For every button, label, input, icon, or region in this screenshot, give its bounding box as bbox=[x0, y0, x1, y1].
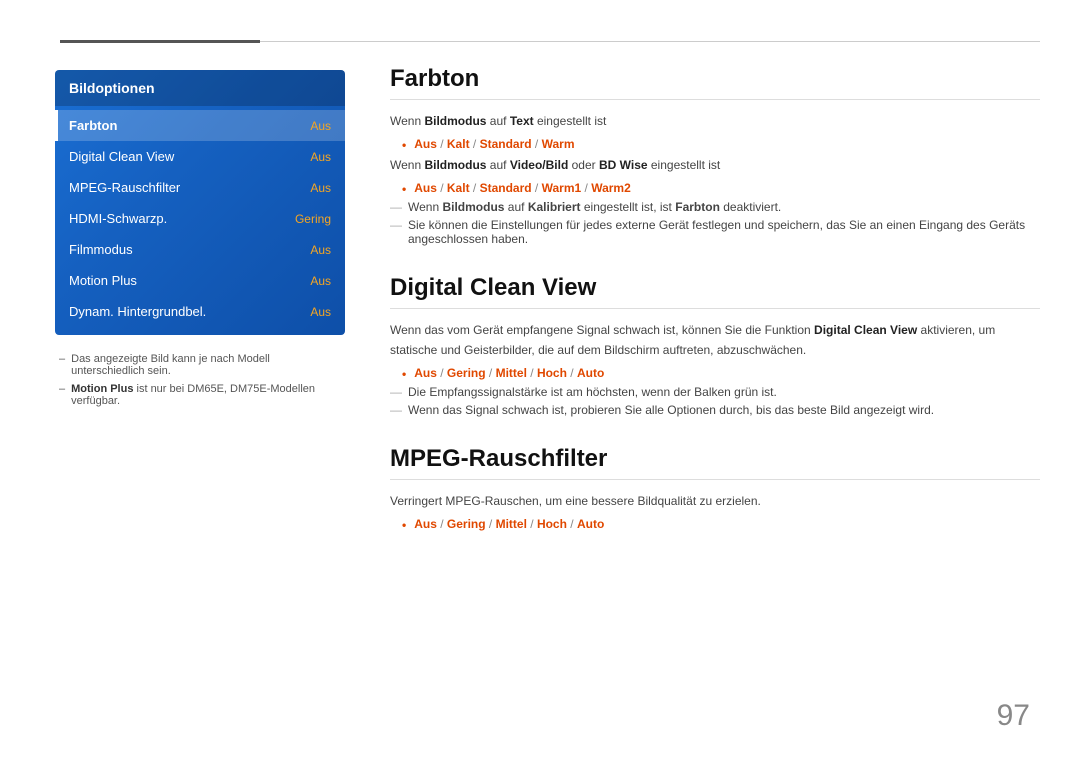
panel-note-text: Motion Plus ist nur bei DM65E, DM75E-Mod… bbox=[71, 383, 341, 407]
section-title-farbton: Farbton bbox=[390, 65, 1040, 100]
right-content: Farbton Wenn Bildmodus auf Text eingeste… bbox=[390, 65, 1040, 560]
farbton-options-1: Aus / Kalt / Standard / Warm bbox=[414, 137, 574, 151]
menu-item-label: Filmmodus bbox=[69, 242, 133, 257]
menu-item-dynam[interactable]: Dynam. Hintergrundbel. Aus bbox=[55, 296, 345, 327]
menu-item-label: Motion Plus bbox=[69, 273, 137, 288]
panel-note-text: Das angezeigte Bild kann je nach Modell … bbox=[71, 353, 341, 377]
farbton-options-2: Aus / Kalt / Standard / Warm1 / Warm2 bbox=[414, 181, 631, 195]
top-decorative-lines bbox=[0, 40, 1080, 43]
menu-item-value: Aus bbox=[310, 119, 331, 133]
top-line-dark bbox=[60, 40, 260, 43]
panel-note-2: – Motion Plus ist nur bei DM65E, DM75E-M… bbox=[59, 383, 341, 407]
menu-item-value: Aus bbox=[310, 150, 331, 164]
section-mpeg: MPEG-Rauschfilter Verringert MPEG-Rausch… bbox=[390, 445, 1040, 532]
menu-item-farbton[interactable]: Farbton Aus bbox=[55, 110, 345, 141]
panel-note-1: – Das angezeigte Bild kann je nach Model… bbox=[59, 353, 341, 377]
menu-item-label: MPEG-Rauschfilter bbox=[69, 180, 180, 195]
farbton-para-2: Wenn Bildmodus auf Video/Bild oder BD Wi… bbox=[390, 156, 1040, 175]
section-title-mpeg: MPEG-Rauschfilter bbox=[390, 445, 1040, 480]
dcv-note-2: — Wenn das Signal schwach ist, probieren… bbox=[390, 403, 1040, 417]
mpeg-bullet-1: • Aus / Gering / Mittel / Hoch / Auto bbox=[402, 517, 1040, 532]
dcv-note-1: — Die Empfangssignalstärke ist am höchst… bbox=[390, 385, 1040, 399]
menu-item-value: Aus bbox=[310, 181, 331, 195]
menu-item-digital-clean-view[interactable]: Digital Clean View Aus bbox=[55, 141, 345, 172]
farbton-note-1: — Wenn Bildmodus auf Kalibriert eingeste… bbox=[390, 200, 1040, 214]
section-title-digital-clean-view: Digital Clean View bbox=[390, 274, 1040, 309]
farbton-bullet-1: • Aus / Kalt / Standard / Warm bbox=[402, 137, 1040, 152]
farbton-bullet-2: • Aus / Kalt / Standard / Warm1 / Warm2 bbox=[402, 181, 1040, 196]
menu-item-filmmodus[interactable]: Filmmodus Aus bbox=[55, 234, 345, 265]
section-farbton: Farbton Wenn Bildmodus auf Text eingeste… bbox=[390, 65, 1040, 246]
farbton-para-1: Wenn Bildmodus auf Text eingestellt ist bbox=[390, 112, 1040, 131]
menu-item-motion-plus[interactable]: Motion Plus Aus bbox=[55, 265, 345, 296]
farbton-note-2: — Sie können die Einstellungen für jedes… bbox=[390, 218, 1040, 246]
section-digital-clean-view: Digital Clean View Wenn das vom Gerät em… bbox=[390, 274, 1040, 416]
menu-item-label: HDMI-Schwarzp. bbox=[69, 211, 167, 226]
menu-item-label: Digital Clean View bbox=[69, 149, 174, 164]
mpeg-options: Aus / Gering / Mittel / Hoch / Auto bbox=[414, 517, 604, 531]
menu-item-value: Aus bbox=[310, 305, 331, 319]
menu-header: Bildoptionen bbox=[55, 70, 345, 106]
dcv-bullet-1: • Aus / Gering / Mittel / Hoch / Auto bbox=[402, 366, 1040, 381]
menu-item-value: Gering bbox=[295, 212, 331, 226]
menu-item-label: Farbton bbox=[69, 118, 117, 133]
mpeg-intro: Verringert MPEG-Rauschen, um eine besser… bbox=[390, 492, 1040, 511]
panel-notes: – Das angezeigte Bild kann je nach Model… bbox=[55, 353, 345, 407]
menu-item-value: Aus bbox=[310, 274, 331, 288]
dcv-options: Aus / Gering / Mittel / Hoch / Auto bbox=[414, 366, 604, 380]
menu-item-value: Aus bbox=[310, 243, 331, 257]
menu-box: Bildoptionen Farbton Aus Digital Clean V… bbox=[55, 70, 345, 335]
top-line-light bbox=[260, 41, 1040, 42]
menu-item-label: Dynam. Hintergrundbel. bbox=[69, 304, 206, 319]
dcv-intro: Wenn das vom Gerät empfangene Signal sch… bbox=[390, 321, 1040, 359]
left-panel: Bildoptionen Farbton Aus Digital Clean V… bbox=[55, 70, 345, 413]
page-number: 97 bbox=[997, 699, 1030, 733]
menu-item-hdmi[interactable]: HDMI-Schwarzp. Gering bbox=[55, 203, 345, 234]
menu-item-mpeg[interactable]: MPEG-Rauschfilter Aus bbox=[55, 172, 345, 203]
